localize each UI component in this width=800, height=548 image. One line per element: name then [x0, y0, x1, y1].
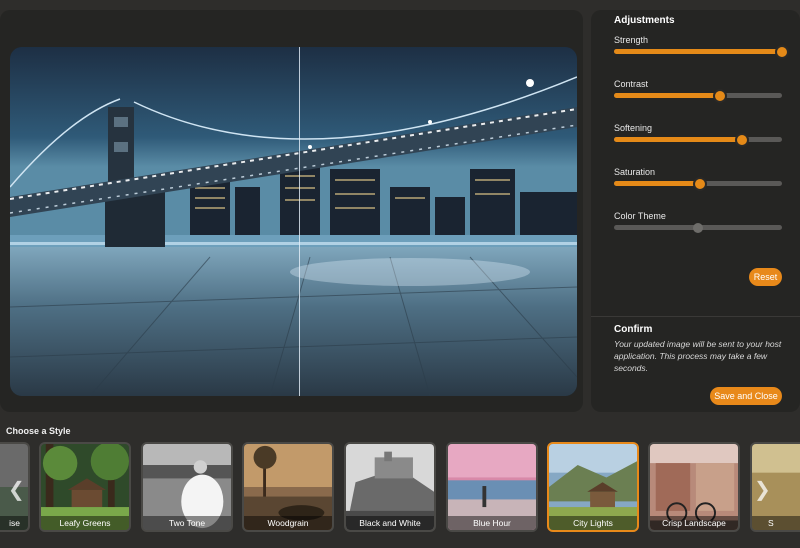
comparison-split-handle[interactable]	[299, 47, 300, 396]
style-thumb[interactable]: Woodgrain	[242, 442, 334, 532]
reset-button[interactable]: Reset	[749, 268, 782, 286]
adjustments-panel: Adjustments Strength Contrast Softening …	[591, 10, 800, 412]
slider-track[interactable]	[614, 222, 782, 233]
slider-fill	[614, 181, 700, 186]
confirm-description: Your updated image will be sent to your …	[614, 339, 782, 373]
panel-divider	[591, 316, 800, 317]
strength-label: Strength	[614, 35, 649, 45]
slider-fill	[614, 49, 782, 54]
style-label: Crisp Landscape	[650, 516, 738, 530]
slider-fill	[614, 93, 720, 98]
style-thumb[interactable]: Two Tone	[141, 442, 233, 532]
color-theme-label: Color Theme	[614, 211, 666, 221]
contrast-slider[interactable]: Contrast	[614, 79, 782, 103]
style-thumb[interactable]: Black and White	[344, 442, 436, 532]
slider-fill	[614, 137, 742, 142]
style-label: Blue Hour	[448, 516, 536, 530]
scroll-left-icon[interactable]: ❮	[8, 477, 25, 502]
style-thumb[interactable]: Leafy Greens	[39, 442, 131, 532]
softening-label: Softening	[614, 123, 653, 133]
style-thumb[interactable]: Blue Hour	[446, 442, 538, 532]
style-label: Woodgrain	[244, 516, 332, 530]
preview-image[interactable]	[10, 47, 577, 396]
softening-slider[interactable]: Softening	[614, 123, 782, 147]
slider-track[interactable]	[614, 176, 782, 191]
saturation-slider[interactable]: Saturation	[614, 167, 782, 191]
save-and-close-button[interactable]: Save and Close	[710, 387, 782, 405]
choose-style-title: Choose a Style	[6, 426, 71, 436]
slider-thumb[interactable]	[693, 222, 703, 233]
style-label: Two Tone	[143, 516, 231, 530]
style-thumb[interactable]: Crisp Landscape	[648, 442, 740, 532]
color-theme-slider[interactable]: Color Theme	[614, 211, 782, 233]
contrast-label: Contrast	[614, 79, 649, 89]
adjustments-title: Adjustments	[614, 15, 675, 26]
strength-slider[interactable]: Strength	[614, 35, 789, 59]
style-label: City Lights	[549, 516, 637, 530]
slider-thumb[interactable]	[775, 44, 789, 59]
style-label: Black and White	[346, 516, 434, 530]
preview-panel	[0, 10, 583, 412]
slider-track[interactable]	[614, 44, 789, 59]
style-thumb-selected[interactable]: City Lights	[547, 442, 639, 532]
style-label: ise	[0, 516, 28, 530]
style-label: Leafy Greens	[41, 516, 129, 530]
slider-track[interactable]	[614, 88, 782, 103]
slider-track[interactable]	[614, 132, 782, 147]
style-strip[interactable]: ise Leafy Greens Two Tone Woodgrain Blac…	[0, 441, 800, 533]
confirm-title: Confirm	[614, 324, 653, 335]
scroll-right-icon[interactable]: ❯	[754, 477, 771, 502]
slider-thumb[interactable]	[712, 88, 727, 103]
slider-thumb[interactable]	[734, 132, 749, 147]
slider-thumb[interactable]	[692, 176, 707, 191]
style-label: S	[752, 516, 800, 530]
bridge-photo	[10, 47, 577, 396]
